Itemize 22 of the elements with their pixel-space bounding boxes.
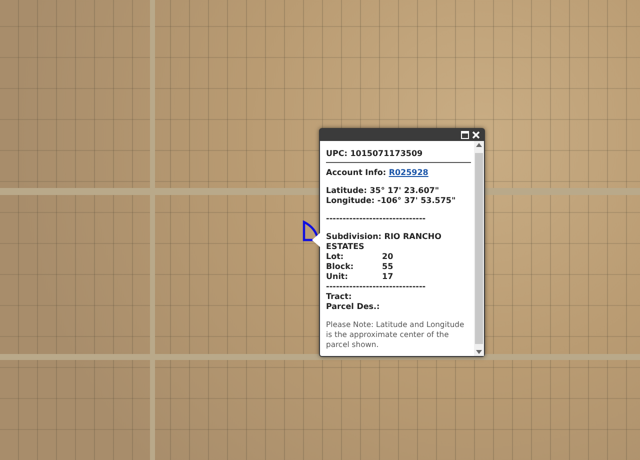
field-text: Longitude: -106° 37' 53.575": [326, 196, 457, 206]
field-text: Parcel Des.:: [326, 302, 381, 312]
field-label: Account Info:: [326, 168, 388, 177]
field-label: Lot:: [326, 252, 345, 262]
scrollbar-thumb[interactable]: [475, 153, 483, 344]
field-label: Block:: [326, 262, 355, 272]
close-icon[interactable]: [472, 131, 480, 139]
scrollbar[interactable]: [474, 141, 484, 356]
dashed-separator: ------------------------------: [326, 282, 427, 292]
account-link[interactable]: R025928: [388, 168, 428, 177]
field-text: UPC: 1015071173509: [326, 149, 424, 159]
field-text: Latitude: 35° 17' 23.607": [326, 186, 440, 196]
field-value: 17: [382, 272, 394, 282]
dashed-separator: ------------------------------: [326, 214, 427, 224]
scroll-up-icon[interactable]: [476, 143, 482, 147]
maximize-icon[interactable]: [461, 131, 469, 139]
field-value: 20: [382, 252, 394, 262]
scroll-down-icon[interactable]: [476, 350, 482, 354]
field-value: 55: [382, 262, 394, 272]
field-label: Unit:: [326, 272, 349, 282]
field-text: Tract:: [326, 292, 353, 302]
field-text: Subdivision: RIO RANCHO ESTATES: [326, 232, 442, 252]
